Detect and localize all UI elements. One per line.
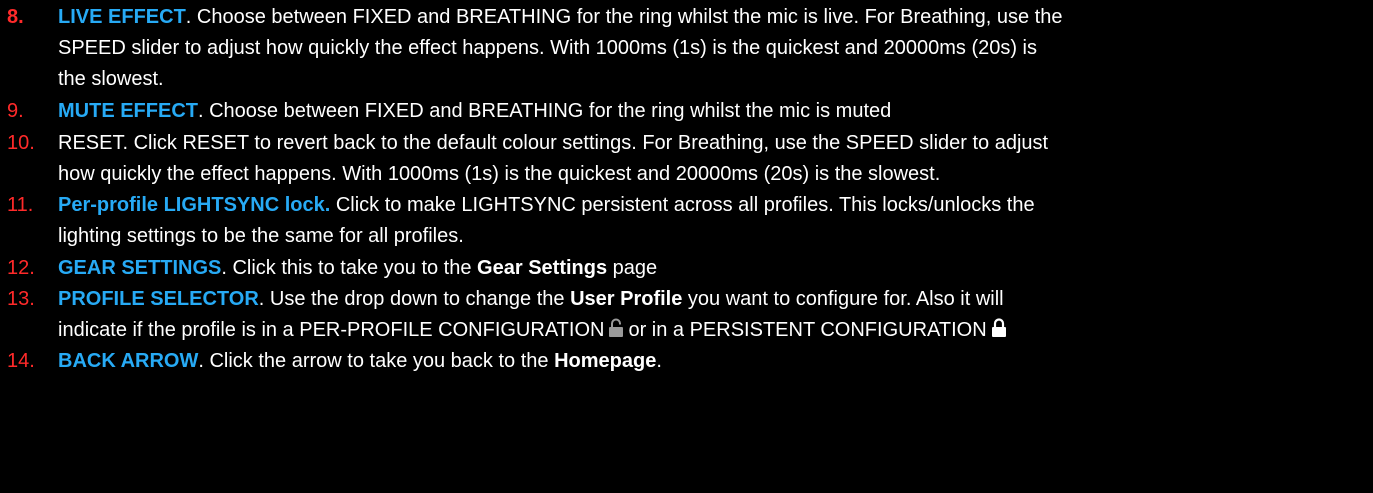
- item-text: . Click the arrow to take you back to th…: [198, 350, 555, 372]
- unlocked-padlock-icon: [608, 317, 624, 347]
- item-bold-text: User Profile: [570, 288, 683, 310]
- item-bold-text: Gear Settings: [477, 257, 608, 279]
- item-text: . Click this to take you to the: [221, 257, 478, 279]
- item-term: PROFILE SELECTOR: [58, 288, 259, 310]
- item-line: how quickly the effect happens. With 100…: [58, 163, 941, 185]
- item-text: Click to make LIGHTSYNC persistent acros…: [330, 194, 1035, 216]
- item-line: lighting settings to be the same for all…: [58, 225, 464, 247]
- item-text: . Choose between FIXED and BREATHING for…: [185, 6, 1063, 28]
- item-term: Per-profile LIGHTSYNC lock.: [58, 194, 331, 216]
- item-text: . Choose between FIXED and BREATHING for…: [198, 100, 892, 122]
- item-line: SPEED slider to adjust how quickly the e…: [58, 37, 1038, 59]
- document-page: 8. LIVE EFFECT. Choose between FIXED and…: [0, 0, 1373, 493]
- item-line: LIVE EFFECT. Choose between FIXED and BR…: [58, 2, 1062, 32]
- item-number: 9.: [7, 100, 24, 122]
- item-text: page: [607, 257, 658, 279]
- item-number: 8.: [7, 6, 24, 28]
- item-line: RESET. Click RESET to revert back to the…: [58, 132, 1049, 154]
- item-line: BACK ARROW. Click the arrow to take you …: [58, 346, 662, 376]
- item-line: GEAR SETTINGS. Click this to take you to…: [58, 253, 657, 283]
- locked-padlock-icon: [991, 317, 1007, 347]
- item-number: 11.: [7, 194, 34, 216]
- item-number: 14.: [7, 350, 35, 372]
- item-line: the slowest.: [58, 68, 164, 90]
- item-number: 12.: [7, 257, 35, 279]
- item-line: Per-profile LIGHTSYNC lock. Click to mak…: [58, 190, 1035, 220]
- item-text: .: [656, 350, 662, 372]
- item-term: LIVE EFFECT: [58, 6, 186, 28]
- item-term: GEAR SETTINGS: [58, 257, 222, 279]
- item-term: BACK ARROW: [58, 350, 199, 372]
- item-text: or in a PERSISTENT CONFIGURATION: [628, 319, 987, 341]
- item-number: 10.: [7, 132, 35, 154]
- item-text: you want to configure for. Also it will: [682, 288, 1004, 310]
- item-text: indicate if the profile is in a PER-PROF…: [58, 319, 605, 341]
- item-line: PROFILE SELECTOR. Use the drop down to c…: [58, 284, 1004, 314]
- item-text: . Use the drop down to change the: [258, 288, 571, 310]
- item-number: 13.: [7, 288, 35, 310]
- item-bold-text: Homepage: [554, 350, 657, 372]
- item-line: indicate if the profile is in a PER-PROF…: [58, 315, 1011, 347]
- item-term: MUTE EFFECT: [58, 100, 198, 122]
- item-line: MUTE EFFECT. Choose between FIXED and BR…: [58, 96, 891, 126]
